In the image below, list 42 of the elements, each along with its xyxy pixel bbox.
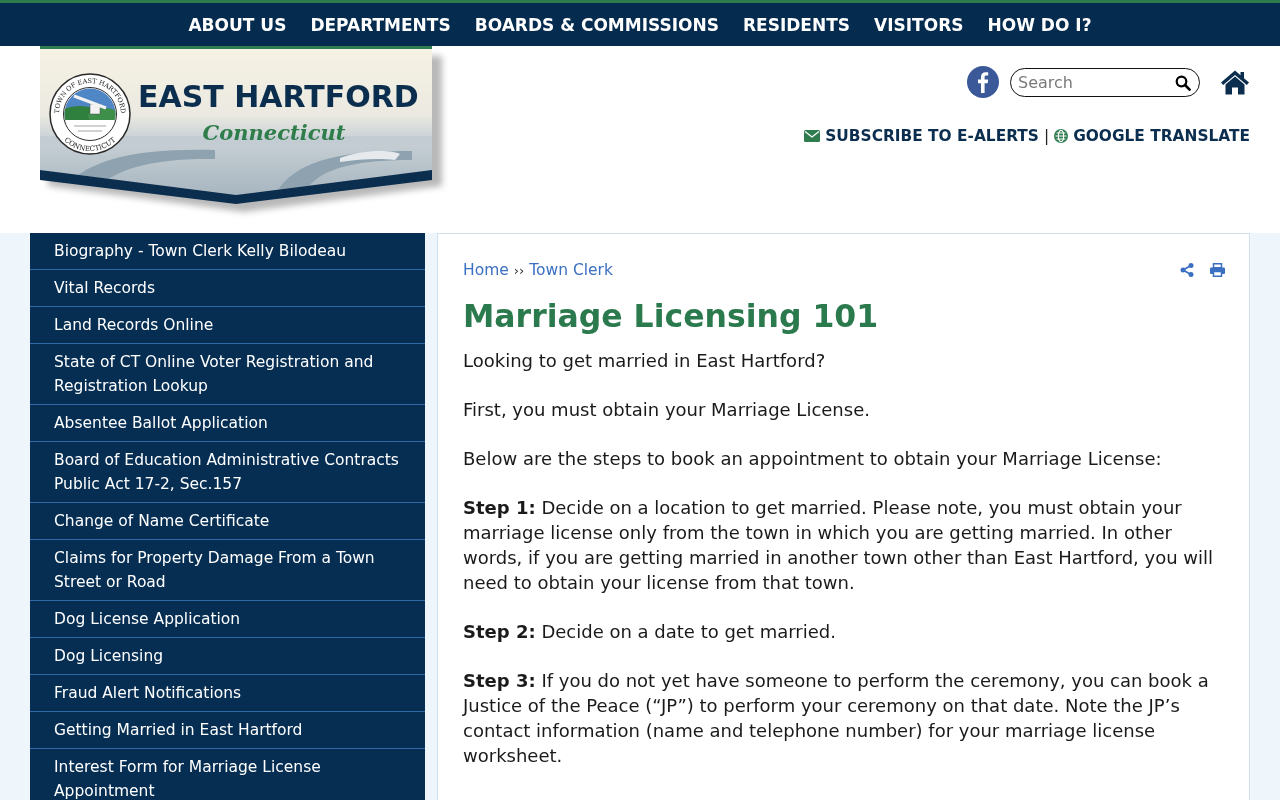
- logo-subtitle: Connecticut: [202, 120, 346, 145]
- sidebar-link[interactable]: Absentee Ballot Application: [30, 405, 425, 442]
- translate-link[interactable]: GOOGLE TRANSLATE: [1054, 127, 1250, 145]
- nav-link[interactable]: HOW DO I?: [987, 14, 1092, 35]
- breadcrumb-link[interactable]: Town Clerk: [529, 261, 613, 279]
- body-text: Looking to get married in East Hartford?: [463, 349, 827, 373]
- share-icon[interactable]: [1180, 263, 1194, 277]
- sidebar-link[interactable]: Vital Records: [30, 270, 425, 307]
- facebook-icon[interactable]: [967, 66, 999, 98]
- nav-link[interactable]: DEPARTMENTS: [310, 14, 451, 35]
- sidebar-link[interactable]: Biography - Town Clerk Kelly Bilodeau: [30, 233, 425, 270]
- logo-title: EAST HARTFORD: [138, 79, 419, 114]
- search-icon[interactable]: [1175, 74, 1191, 91]
- nav-link[interactable]: BOARDS & COMMISSIONS: [474, 14, 719, 35]
- print-icon[interactable]: [1210, 263, 1225, 277]
- sidebar-link[interactable]: Dog Licensing: [30, 638, 425, 675]
- sidebar-link[interactable]: Fraud Alert Notifications: [30, 675, 425, 712]
- body-text: First, you must obtain your Marriage License.: [463, 398, 871, 422]
- page-title: Marriage Licensing 101: [463, 297, 880, 336]
- breadcrumb-link[interactable]: Home: [463, 261, 509, 279]
- breadcrumb-separator: ››: [513, 262, 525, 278]
- sidebar-link[interactable]: Change of Name Certificate: [30, 503, 425, 540]
- link-separator: |: [1043, 127, 1050, 145]
- body-text: Step 2: Decide on a date to get married.: [463, 620, 837, 644]
- search-field[interactable]: Search: [1010, 67, 1200, 97]
- nav-link[interactable]: VISITORS: [874, 14, 964, 35]
- body-text: Step 1: Decide on a location to get married. Please note, you must obtain your marriage license only from the town in which you are getting married. In other words, if you are getting married in another town other than East Hartford, you will need to obtain your license from that town.: [463, 496, 1215, 595]
- sidebar-link[interactable]: Land Records Online: [30, 307, 425, 344]
- sidebar-link[interactable]: Board of Education Administrative Contracts Public Act 17-2, Sec.157: [30, 442, 425, 503]
- globe-icon: [1054, 129, 1069, 143]
- sidebar-link[interactable]: Dog License Application: [30, 601, 425, 638]
- envelope-icon: [804, 130, 821, 142]
- body-text: Step 3: If you do not yet have someone to perform the ceremony, you can book a Justice of the Peace (“JP”) to perform your ceremony on that date. Note the JP’s contact information (name and telephone number) for your marriage license worksheet.: [463, 669, 1210, 768]
- nav-link[interactable]: ABOUT US: [188, 14, 287, 35]
- email-alerts-link[interactable]: SUBSCRIBE TO E-ALERTS: [804, 127, 1039, 145]
- home-icon[interactable]: [1220, 69, 1250, 95]
- sidebar-link[interactable]: Interest Form for Marriage License Appointment: [30, 749, 425, 800]
- sidebar-link[interactable]: State of CT Online Voter Registration and Registration Lookup: [30, 344, 425, 405]
- sidebar-link[interactable]: Getting Married in East Hartford: [30, 712, 425, 749]
- nav-link[interactable]: RESIDENTS: [743, 14, 851, 35]
- sidebar-link[interactable]: Claims for Property Damage From a Town Street or Road: [30, 540, 425, 601]
- body-text: Below are the steps to book an appointment to obtain your Marriage License:: [463, 447, 1163, 471]
